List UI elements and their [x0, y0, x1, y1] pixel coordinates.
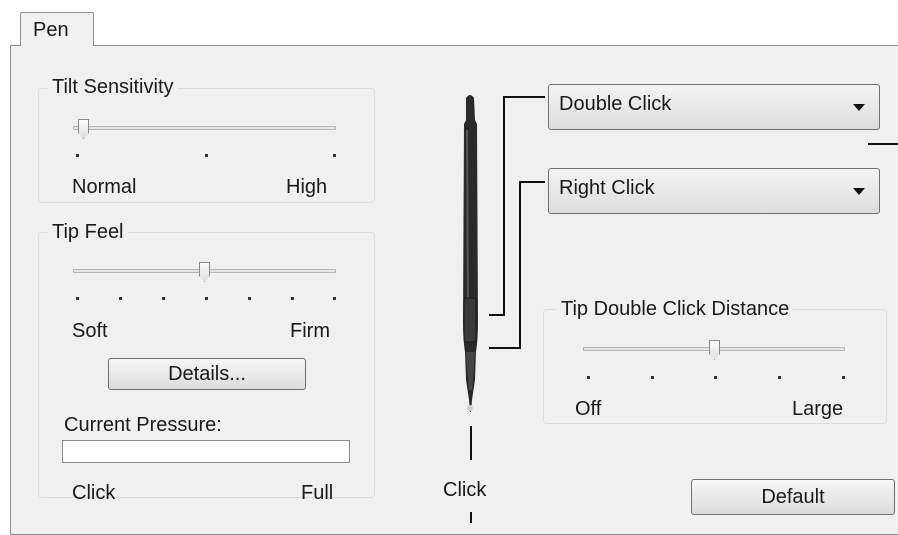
pressure-min-label: Click: [72, 482, 116, 504]
upper-button-connector: [503, 96, 545, 98]
default-button-label: Default: [761, 486, 825, 508]
details-button-label: Details...: [168, 363, 246, 385]
pen-tip-label: Click: [443, 479, 487, 501]
tip-feel-tick: [162, 297, 165, 300]
lower-button-value: Right Click: [559, 177, 655, 199]
tip-feel-tick: [291, 297, 294, 300]
tip-connector: [470, 426, 472, 460]
tilt-min-label: Normal: [72, 176, 137, 198]
upper-button-connector: [489, 314, 505, 316]
tab-pen[interactable]: Pen: [20, 12, 94, 46]
double-click-distance-tick: [842, 376, 845, 379]
chevron-down-icon: [853, 104, 865, 111]
upper-button-connector: [503, 96, 505, 316]
chevron-down-icon: [853, 188, 865, 195]
upper-button-value: Double Click: [559, 93, 672, 115]
double-click-distance-tick: [714, 376, 717, 379]
lower-button-connector: [519, 181, 545, 183]
double-click-distance-max-label: Large: [792, 398, 844, 420]
double-click-distance-min-label: Off: [575, 398, 602, 420]
tilt-sensitivity-title: Tilt Sensitivity: [48, 76, 178, 98]
tilt-tick: [76, 154, 79, 157]
tip-feel-tick: [205, 297, 208, 300]
double-click-distance-tick: [778, 376, 781, 379]
details-button[interactable]: Details...: [108, 358, 306, 390]
tilt-max-label: High: [286, 176, 328, 198]
tip-feel-max-label: Firm: [290, 320, 330, 342]
double-click-distance-tick: [587, 376, 590, 379]
tip-feel-tick: [76, 297, 79, 300]
default-button[interactable]: Default: [691, 479, 895, 515]
lower-button-connector: [489, 347, 521, 349]
side-connector: [868, 143, 898, 145]
tilt-tick: [205, 154, 208, 157]
lower-button-connector: [519, 181, 521, 349]
current-pressure-label: Current Pressure:: [64, 414, 222, 436]
tip-feel-tick: [333, 297, 336, 300]
tip-feel-tick: [119, 297, 122, 300]
tip-feel-title: Tip Feel: [48, 221, 128, 243]
tip-feel-tick: [248, 297, 251, 300]
tab-pen-label: Pen: [33, 19, 69, 41]
pen-icon: [463, 95, 478, 412]
tip-double-click-distance-title: Tip Double Click Distance: [557, 298, 794, 320]
tip-connector: [470, 512, 472, 523]
lower-button-select[interactable]: Right Click: [548, 168, 880, 214]
current-pressure-bar: [62, 440, 350, 463]
pressure-max-label: Full: [301, 482, 334, 504]
upper-button-select[interactable]: Double Click: [548, 84, 880, 130]
double-click-distance-tick: [651, 376, 654, 379]
tilt-slider-track[interactable]: [73, 126, 336, 130]
tip-feel-min-label: Soft: [72, 320, 108, 342]
tilt-tick: [333, 154, 336, 157]
